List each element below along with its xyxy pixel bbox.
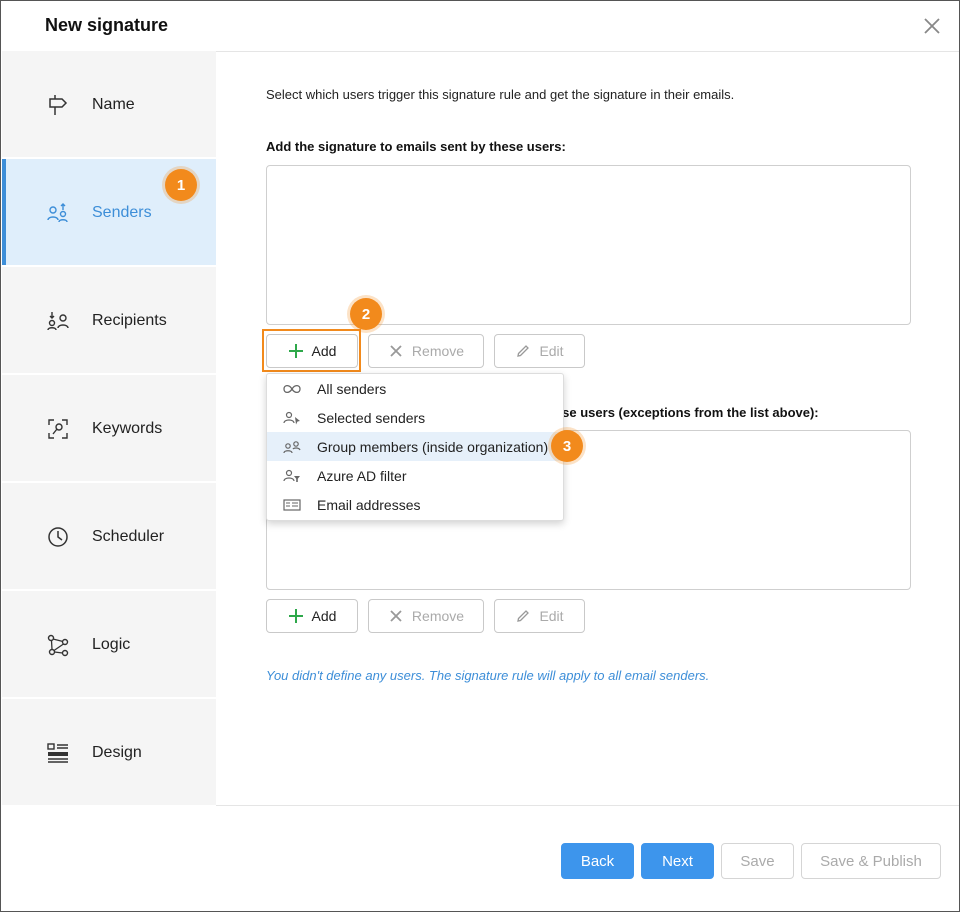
sidebar-item-label: Scheduler	[92, 528, 165, 545]
sidebar-item-label: Name	[92, 96, 135, 113]
include-add-button[interactable]: Add	[266, 334, 358, 368]
clock-icon	[48, 527, 68, 547]
no-users-note: You didn't define any users. The signatu…	[266, 668, 710, 683]
back-button[interactable]: Back	[561, 843, 634, 879]
dialog-title: New signature	[45, 15, 169, 35]
sidebar: Name Senders Recipients Keywords Schedul…	[2, 51, 216, 807]
include-users-label: Add the signature to emails sent by thes…	[266, 139, 566, 154]
infinity-icon	[283, 384, 301, 393]
menu-item-all-senders[interactable]: All senders	[267, 374, 563, 403]
x-icon	[390, 610, 402, 622]
pencil-icon	[517, 610, 530, 622]
intro-text: Select which users trigger this signatur…	[266, 87, 735, 102]
sidebar-item-label: Design	[92, 744, 142, 761]
exclude-remove-button[interactable]: Remove	[368, 599, 484, 633]
sidebar-item-label: Logic	[92, 636, 131, 653]
remove-label: Remove	[411, 343, 465, 359]
exclude-users-label: hese users (exceptions from the list abo…	[547, 405, 819, 420]
menu-item-group-members[interactable]: Group members (inside organization)	[267, 432, 563, 461]
sidebar-item-name[interactable]: Name	[2, 51, 216, 159]
keywords-icon	[48, 419, 68, 439]
plus-icon	[288, 344, 303, 358]
include-edit-button[interactable]: Edit	[494, 334, 585, 368]
next-button[interactable]: Next	[641, 843, 714, 879]
design-icon	[47, 743, 68, 763]
add-label: Add	[311, 608, 337, 624]
email-card-icon	[283, 498, 301, 511]
menu-item-email-addresses[interactable]: Email addresses	[267, 490, 563, 519]
sidebar-item-keywords[interactable]: Keywords	[2, 375, 216, 483]
menu-item-selected-senders[interactable]: Selected senders	[267, 403, 563, 432]
menu-item-label: All senders	[317, 380, 387, 397]
add-label: Add	[311, 343, 337, 359]
close-icon[interactable]	[921, 15, 943, 37]
sidebar-item-label: Senders	[92, 204, 152, 221]
senders-icon	[47, 203, 68, 223]
step-badge-2: 2	[350, 298, 382, 330]
edit-label: Edit	[539, 343, 564, 359]
save-button[interactable]: Save	[721, 843, 794, 879]
step-badge-1: 1	[165, 169, 197, 201]
menu-item-label: Azure AD filter	[317, 467, 407, 484]
recipients-icon	[47, 312, 69, 331]
menu-item-label: Email addresses	[317, 496, 421, 513]
group-icon	[283, 440, 301, 453]
menu-item-label: Group members (inside organization)	[317, 438, 549, 455]
add-dropdown-menu: All senders Selected senders Group membe…	[266, 373, 564, 521]
new-signature-dialog: New signature Name Senders Recipients Ke…	[0, 0, 960, 912]
exclude-add-button[interactable]: Add	[266, 599, 358, 633]
include-remove-button[interactable]: Remove	[368, 334, 484, 368]
header-divider	[216, 51, 959, 52]
plus-icon	[288, 609, 303, 623]
footer-divider	[216, 805, 959, 806]
sidebar-item-label: Keywords	[92, 420, 163, 437]
edit-label: Edit	[539, 608, 564, 624]
remove-label: Remove	[411, 608, 465, 624]
pencil-icon	[517, 345, 530, 357]
menu-item-azure-ad-filter[interactable]: Azure AD filter	[267, 461, 563, 490]
sidebar-item-recipients[interactable]: Recipients	[2, 267, 216, 375]
x-icon	[390, 345, 402, 357]
step-badge-3: 3	[551, 430, 583, 462]
exclude-edit-button[interactable]: Edit	[494, 599, 585, 633]
sidebar-item-label: Recipients	[92, 312, 167, 329]
sidebar-item-scheduler[interactable]: Scheduler	[2, 483, 216, 591]
user-filter-icon	[283, 469, 300, 482]
save-publish-button[interactable]: Save & Publish	[801, 843, 941, 879]
logic-icon	[47, 634, 69, 657]
user-cursor-icon	[283, 411, 300, 424]
menu-item-label: Selected senders	[317, 409, 426, 426]
sidebar-item-logic[interactable]: Logic	[2, 591, 216, 699]
signpost-icon	[49, 95, 68, 115]
sidebar-item-design[interactable]: Design	[2, 699, 216, 807]
